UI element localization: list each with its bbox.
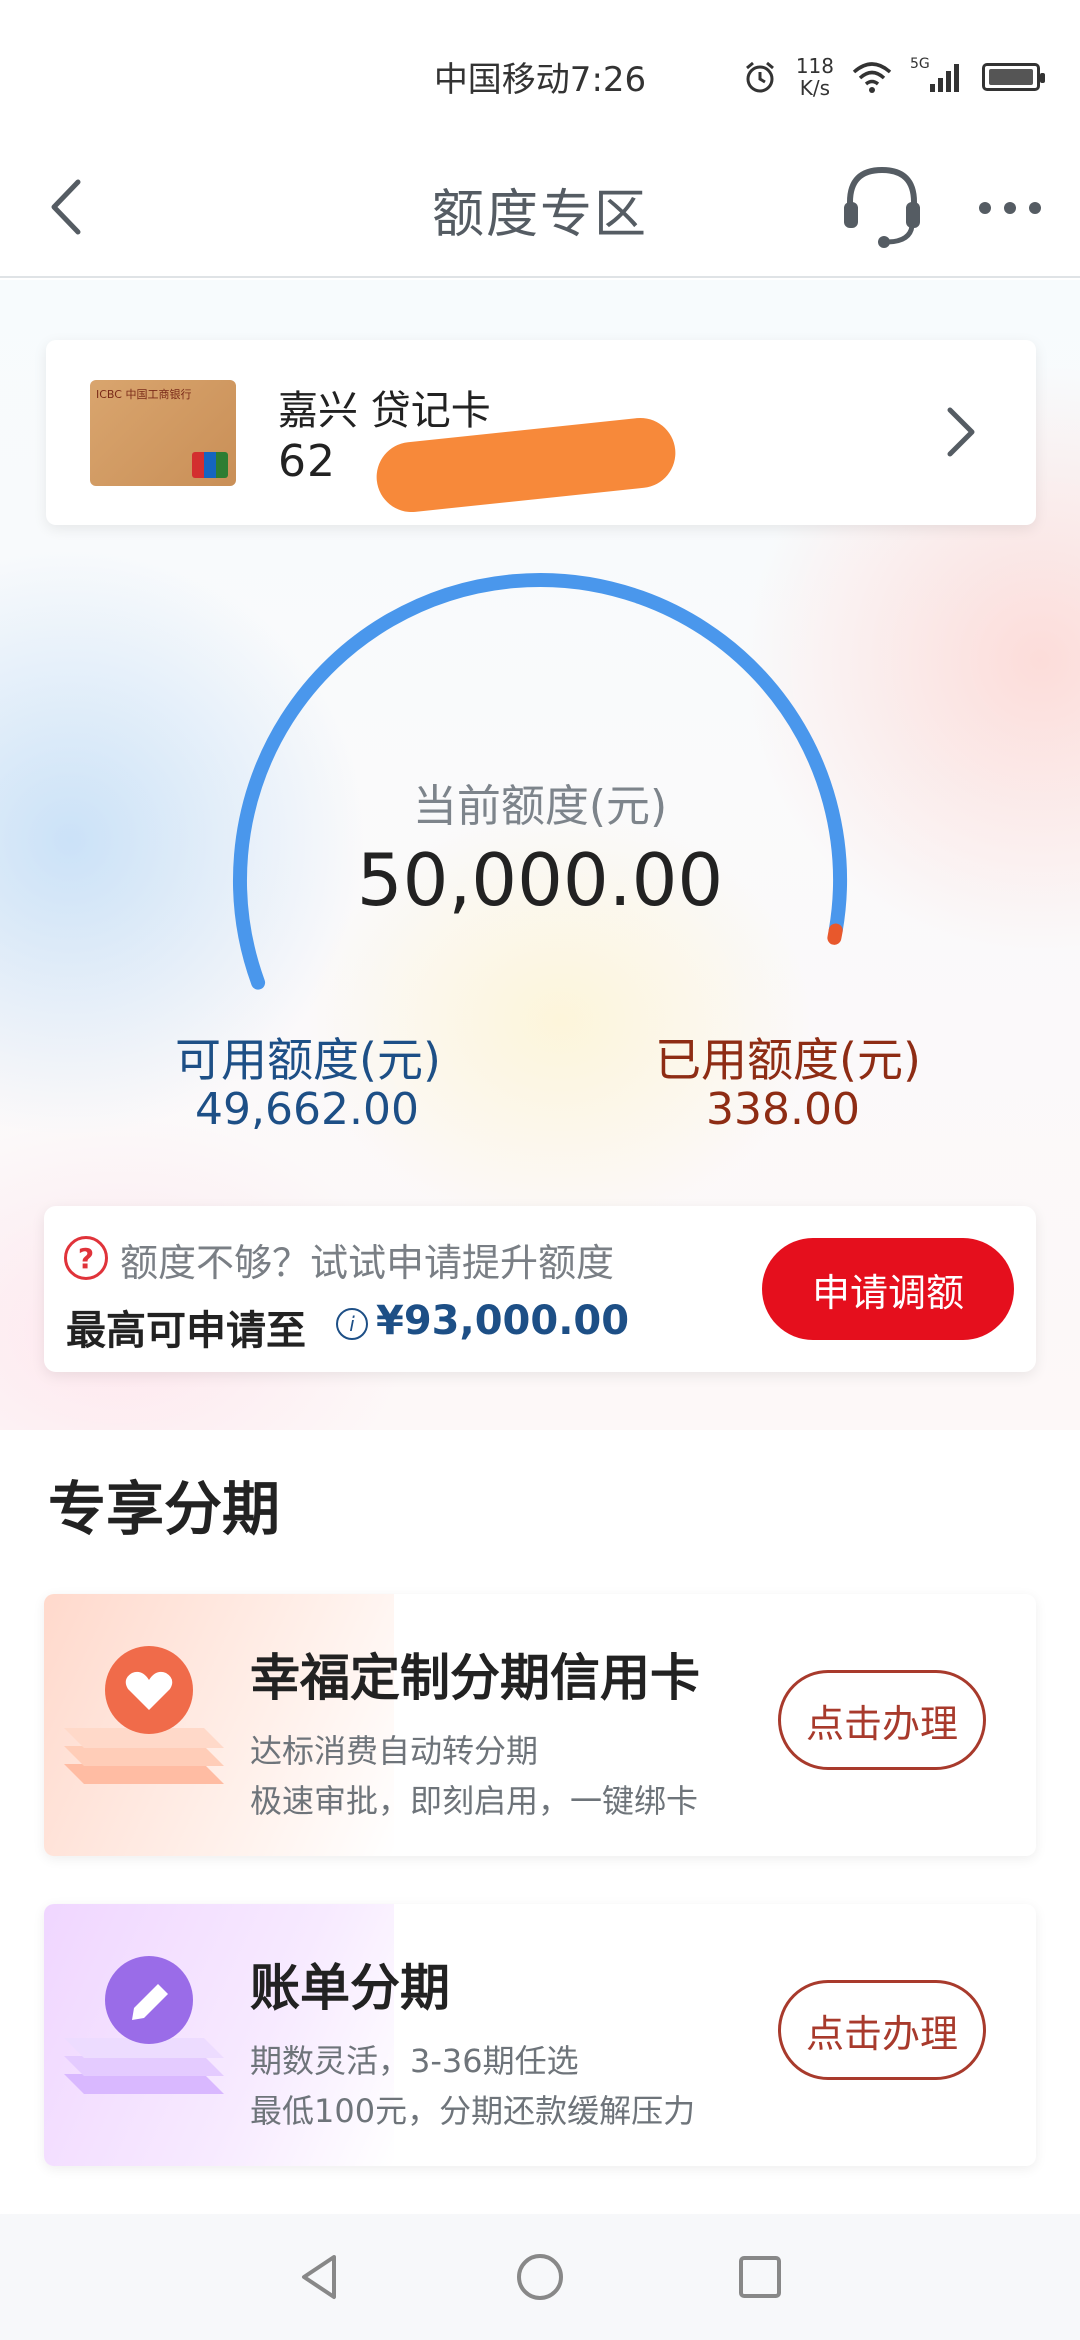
- alarm-icon: [745, 61, 774, 93]
- wifi-icon: [852, 62, 892, 93]
- promo-title: 幸福定制分期信用卡: [250, 1649, 700, 1707]
- card-name: 嘉兴 贷记卡: [278, 388, 491, 434]
- available-limit-value: 49,662.00: [195, 1084, 419, 1135]
- card-number: 62: [278, 436, 336, 487]
- max-apply-value: ¥93,000.00: [376, 1298, 630, 1344]
- heart-icon: [64, 1646, 224, 1784]
- system-nav-bar: [0, 2214, 1080, 2340]
- more-icon[interactable]: [975, 188, 1045, 228]
- available-limit-label: 可用额度(元): [175, 1033, 441, 1087]
- speed-value: 118: [795, 54, 834, 78]
- promo-desc-1: 达标消费自动转分期: [250, 1732, 539, 1770]
- current-limit-label: 当前额度(元): [412, 781, 668, 832]
- gauge-arc-used: [827, 923, 843, 945]
- speed-unit: K/s: [799, 76, 831, 100]
- apply-now-button[interactable]: 点击办理: [778, 1980, 986, 2080]
- current-limit-value: 50,000.00: [356, 838, 724, 922]
- app-header: 额度专区: [0, 150, 1080, 278]
- battery-icon: [982, 63, 1045, 91]
- apply-adjust-button[interactable]: 申请调额: [762, 1238, 1014, 1340]
- status-icons: 118 K/s 5G: [742, 52, 1045, 102]
- unionpay-logo: [192, 452, 228, 478]
- raise-limit-card: ? 额度不够？试试申请提升额度 最高可申请至 i ¥93,000.00 申请调额: [44, 1206, 1036, 1372]
- promo-title: 账单分期: [250, 1959, 450, 2017]
- info-icon[interactable]: i: [336, 1308, 368, 1340]
- signal-icon: 5G: [910, 56, 964, 94]
- raise-hint: 额度不够？试试申请提升额度: [120, 1241, 615, 1285]
- customer-service-icon[interactable]: [840, 162, 924, 252]
- used-limit-value: 338.00: [706, 1084, 860, 1135]
- promo-desc-2: 最低100元，分期还款缓解压力: [250, 2092, 696, 2130]
- promo-desc-2: 极速审批，即刻启用，一键绑卡: [250, 1782, 699, 1820]
- question-icon: ?: [64, 1236, 108, 1280]
- network-speed: 118 K/s: [796, 55, 834, 99]
- apply-now-button[interactable]: 点击办理: [778, 1670, 986, 1770]
- nav-back-icon[interactable]: [290, 2247, 350, 2307]
- chevron-right-icon: [947, 407, 975, 457]
- promo-card-bill-installment[interactable]: 账单分期 期数灵活，3-36期任选 最低100元，分期还款缓解压力 点击办理: [44, 1904, 1036, 2166]
- status-bar: 中国移动7:26 118 K/s 5G: [0, 0, 1080, 150]
- used-limit-label: 已用额度(元): [655, 1033, 921, 1087]
- pencil-icon: [64, 1956, 224, 2094]
- nav-recents-icon[interactable]: [730, 2247, 790, 2307]
- promo-card-installment-card[interactable]: 幸福定制分期信用卡 达标消费自动转分期 极速审批，即刻启用，一键绑卡 点击办理: [44, 1594, 1036, 1856]
- section-title: 专享分期: [48, 1475, 281, 1543]
- card-selector[interactable]: ICBC 中国工商银行 嘉兴 贷记卡 62: [46, 340, 1036, 525]
- nav-home-icon[interactable]: [510, 2247, 570, 2307]
- card-logo-text: ICBC 中国工商银行: [96, 388, 192, 401]
- card-thumbnail: ICBC 中国工商银行: [90, 380, 236, 486]
- promo-desc-1: 期数灵活，3-36期任选: [250, 2042, 579, 2080]
- max-apply-label: 最高可申请至: [66, 1308, 306, 1354]
